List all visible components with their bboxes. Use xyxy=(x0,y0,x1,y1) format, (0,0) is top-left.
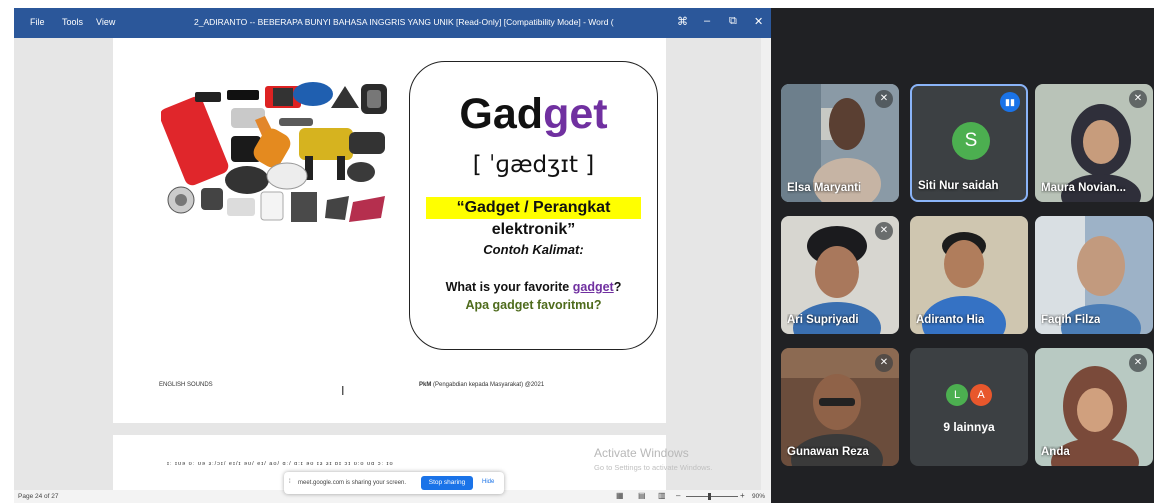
participant-tile[interactable]: ✕ Ari Supriyadi xyxy=(781,216,899,334)
participant-name: Maura Novian... xyxy=(1041,182,1126,194)
activate-windows-subtitle: Go to Settings to activate Windows. xyxy=(594,463,713,472)
print-layout-icon[interactable]: ▤ xyxy=(638,491,646,500)
example-heading: Contoh Kalimat: xyxy=(483,242,584,257)
participant-tile[interactable]: ✕ Maura Novian... xyxy=(1035,84,1153,202)
menu-tools[interactable]: Tools xyxy=(62,17,83,27)
example-sentence: What is your favorite gadget? xyxy=(445,280,622,294)
participant-name: Faqih Filza xyxy=(1041,314,1101,326)
page2-text: ɪː ɪʊə ʊː ʊə ɜː/ɔɪ/ eɪ/ɪ əʊ/ eɪ/ aʊ/ ɑː/… xyxy=(167,461,394,467)
web-layout-icon[interactable]: ▥ xyxy=(658,491,666,500)
speaking-indicator-icon: ▮▮ xyxy=(1000,92,1020,112)
activate-windows-title: Activate Windows xyxy=(594,446,689,460)
vocabulary-card: Gadget [ ˈɡædʒɪt ] “Gadget / Perangkat e… xyxy=(409,61,658,350)
text-cursor-icon: I xyxy=(341,384,345,398)
participant-tile[interactable]: ✕ Anda xyxy=(1035,348,1153,466)
vertical-scrollbar[interactable] xyxy=(761,38,771,490)
participant-name: Elsa Maryanti xyxy=(787,182,862,194)
participant-name: Adiranto Hia xyxy=(916,314,985,326)
footer-right: PkM (Pengabdian kepada Masyarakat) @2021 xyxy=(419,382,545,388)
mic-muted-icon: ✕ xyxy=(1129,354,1147,372)
page-counter: Page 24 of 27 xyxy=(18,493,59,500)
word-titlebar: File Tools View 2_ADIRANTO -- BEBERAPA B… xyxy=(14,8,771,38)
mic-muted-icon: ✕ xyxy=(1129,90,1147,108)
more-participants-label: 9 lainnya xyxy=(943,420,995,434)
word-highlight: get xyxy=(543,90,608,138)
restore-button[interactable]: ⧉ xyxy=(729,15,737,28)
mic-muted-icon: ✕ xyxy=(875,222,893,240)
drag-handle-icon[interactable]: ⁞ xyxy=(289,479,291,485)
participant-tile[interactable]: ✕ Elsa Maryanti xyxy=(781,84,899,202)
stop-sharing-button[interactable]: Stop sharing xyxy=(421,476,473,490)
gadgets-collage-image xyxy=(161,82,387,222)
participant-name: Anda xyxy=(1041,446,1070,458)
example-translation: Apa gadget favoritmu? xyxy=(465,298,602,312)
zoom-slider-thumb[interactable] xyxy=(708,493,711,500)
participant-name: Gunawan Reza xyxy=(787,446,869,458)
menu-view[interactable]: View xyxy=(96,17,115,27)
share-message: meet.google.com is sharing your screen. xyxy=(298,480,407,486)
word-window: File Tools View 2_ADIRANTO -- BEBERAPA B… xyxy=(14,8,771,503)
minimize-button[interactable]: – xyxy=(704,15,710,27)
zoom-in-button[interactable]: + xyxy=(740,491,745,500)
participant-tile[interactable]: Adiranto Hia xyxy=(910,216,1028,334)
participant-tile[interactable]: ✕ Gunawan Reza xyxy=(781,348,899,466)
participant-name: Siti Nur saidah xyxy=(918,180,999,192)
document-area[interactable]: Gadget [ ˈɡædʒɪt ] “Gadget / Perangkat e… xyxy=(14,38,771,495)
zoom-out-button[interactable]: – xyxy=(676,491,680,500)
vocabulary-word: Gadget xyxy=(459,90,608,138)
phonetic-transcription: [ ˈɡædʒɪt ] xyxy=(472,152,595,178)
read-mode-icon[interactable]: ▦ xyxy=(616,491,624,500)
participant-name: Ari Supriyadi xyxy=(787,314,859,326)
menu-file[interactable]: File xyxy=(30,17,45,27)
zoom-level[interactable]: 90% xyxy=(752,493,765,500)
example-keyword: gadget xyxy=(572,280,614,294)
footer-left: ENGLISH SOUNDS xyxy=(159,382,213,388)
participant-tile[interactable]: Faqih Filza xyxy=(1035,216,1153,334)
word-meaning: “Gadget / Perangkat elektronik” xyxy=(426,197,641,238)
avatar: S xyxy=(952,122,990,160)
focus-mode-icon[interactable]: ⌘ xyxy=(677,15,688,28)
zoom-slider[interactable] xyxy=(686,496,738,497)
avatar: A xyxy=(970,384,992,406)
document-page: Gadget [ ˈɡædʒɪt ] “Gadget / Perangkat e… xyxy=(113,38,666,423)
mic-muted-icon: ✕ xyxy=(875,354,893,372)
participant-tile[interactable]: ▮▮ S Siti Nur saidah xyxy=(910,84,1028,202)
screen-share-bar: ⁞ meet.google.com is sharing your screen… xyxy=(284,472,504,494)
mic-muted-icon: ✕ xyxy=(875,90,893,108)
close-button[interactable]: ✕ xyxy=(754,15,763,28)
meet-participant-grid: ✕ Elsa Maryanti ▮▮ S Siti Nur saidah ✕ M… xyxy=(771,8,1154,503)
window-title: 2_ADIRANTO -- BEBERAPA BUNYI BAHASA INGG… xyxy=(194,17,614,27)
hide-button[interactable]: Hide xyxy=(482,479,494,485)
avatar: L xyxy=(946,384,968,406)
participant-tile[interactable]: L A 9 lainnya xyxy=(910,348,1028,466)
